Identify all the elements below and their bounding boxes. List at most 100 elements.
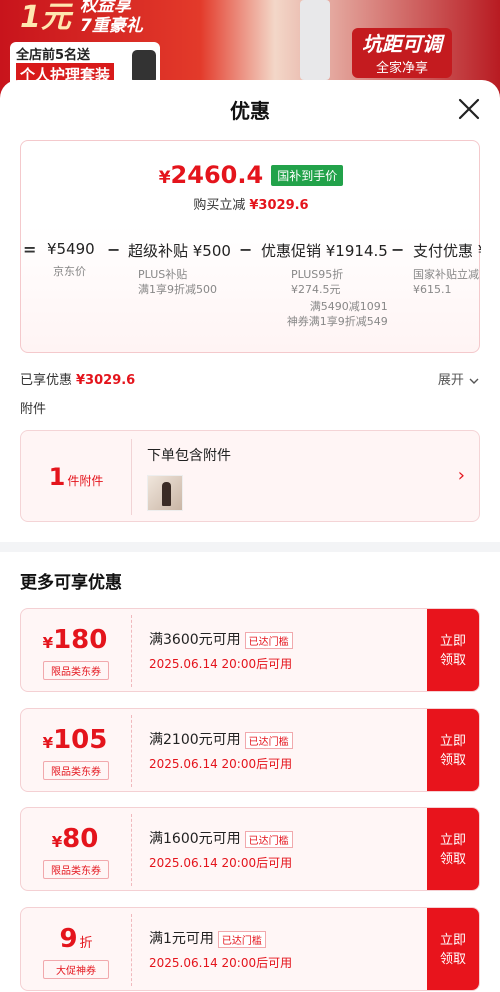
coupon-threshold-badge: 已达门槛 <box>244 631 293 649</box>
formula-sub: 国家补贴立减 <box>413 268 479 281</box>
banner-device-image <box>300 0 330 80</box>
sheet-title: 优惠 <box>230 99 270 123</box>
formula-item-super-subsidy: 超级补贴 ¥500 PLUS补贴 满1享9折减500 <box>128 240 231 297</box>
formula-sub: 满1享9折减500 <box>138 283 217 296</box>
coupon-perforation <box>131 715 132 787</box>
divider <box>131 439 132 515</box>
final-price-value: 2460.4 <box>170 161 264 189</box>
discount-sheet: 优惠 ¥2460.4 国补到手价 购买立减 ¥3029.6 = ¥5490 京东价… <box>0 80 500 992</box>
coupon-condition: 满1元可用 <box>149 931 214 947</box>
coupon-card: ¥105 限品类东券 满2100元可用 已达门槛 2025.06.14 20:00… <box>20 708 480 792</box>
close-button[interactable] <box>456 96 482 122</box>
coupon-type: 限品类东券 <box>43 761 109 780</box>
coupon-condition-row: 满1600元可用 已达门槛 <box>149 828 293 848</box>
coupon-threshold-badge: 已达门槛 <box>244 731 293 749</box>
coupon-condition-row: 满2100元可用 已达门槛 <box>149 729 293 749</box>
coupon-amount: 80 <box>62 824 99 854</box>
banner-rights: 权益享 7重豪礼 <box>80 0 143 36</box>
coupon-perforation <box>131 615 132 687</box>
claim-coupon-button[interactable]: 立即领取 <box>427 908 479 990</box>
expand-label: 展开 <box>437 373 464 388</box>
coupon-condition: 满3600元可用 <box>149 632 241 648</box>
coupon-condition-row: 满1元可用 已达门槛 <box>149 928 266 948</box>
formula-op: − <box>107 240 121 259</box>
formula-sub: ¥615.1 <box>413 283 452 296</box>
attachment-title: 下单包含附件 <box>147 448 231 464</box>
final-price: ¥2460.4 <box>159 161 263 189</box>
coupon-perforation <box>131 914 132 986</box>
formula-op: − <box>239 240 253 259</box>
coupon-type: 限品类东券 <box>43 661 109 680</box>
formula-op: − <box>391 240 405 259</box>
formula-sub: PLUS95折 <box>291 268 344 281</box>
attachment-section-label: 附件 <box>20 402 47 417</box>
enjoyed-discount: 已享优惠 ¥3029.6 <box>20 369 135 388</box>
coupon-time: 2025.06.14 20:00后可用 <box>149 956 293 970</box>
attachment-count: 1 件附件 <box>21 431 131 523</box>
coupon-value: ¥180 限品类东券 <box>21 609 131 691</box>
banner-right-title: 坑距可调 <box>362 32 442 56</box>
coupon-symbol: ¥ <box>42 634 54 652</box>
banner-right-box: 坑距可调 全家净享 <box>352 28 452 78</box>
coupon-value: ¥105 限品类东券 <box>21 709 131 791</box>
coupon-threshold-badge: 已达门槛 <box>217 930 266 948</box>
coupon-card: ¥180 限品类东券 满3600元可用 已达门槛 2025.06.14 20:00… <box>20 608 480 692</box>
coupon-time: 2025.06.14 20:00后可用 <box>149 757 293 771</box>
coupon-value: ¥80 限品类东券 <box>21 808 131 890</box>
formula-sub: 京东价 <box>53 265 86 278</box>
attachment-card[interactable]: 1 件附件 下单包含附件 › <box>20 430 480 522</box>
formula-item-payment: 支付优惠 ¥ 国家补贴立减 ¥615.1 <box>413 240 481 297</box>
final-price-symbol: ¥ <box>158 168 171 188</box>
expand-button[interactable]: 展开 <box>438 369 480 388</box>
claim-coupon-button[interactable]: 立即领取 <box>427 808 479 890</box>
reduce-row: 购买立减 ¥3029.6 <box>21 194 481 213</box>
formula-main: 支付优惠 ¥ <box>413 242 481 260</box>
coupon-card: 9折 大促神券 满1元可用 已达门槛 2025.06.14 20:00后可用 立即… <box>20 907 480 991</box>
more-discounts-title: 更多可享优惠 <box>20 573 122 593</box>
banner-big-number: 1元 <box>20 0 71 35</box>
formula-sub: PLUS补贴 <box>138 268 188 281</box>
coupon-time: 2025.06.14 20:00后可用 <box>149 856 293 870</box>
banner-right-subtitle: 全家净享 <box>375 61 428 76</box>
coupon-symbol: ¥ <box>51 833 63 851</box>
final-price-row: ¥2460.4 国补到手价 <box>21 161 481 189</box>
formula-op: = <box>23 240 37 259</box>
reduce-label: 购买立减 <box>193 198 246 213</box>
formula-main: 优惠促销 ¥1914.5 <box>261 242 388 260</box>
coupon-type: 限品类东券 <box>43 860 109 879</box>
price-summary-card: ¥2460.4 国补到手价 购买立减 ¥3029.6 = ¥5490 京东价 − … <box>20 140 481 353</box>
attachment-thumbnail <box>147 475 183 511</box>
coupon-amount: 9 <box>59 924 78 954</box>
formula-item-jd-price: ¥5490 京东价 <box>47 240 95 279</box>
claim-label: 立即领取 <box>439 634 466 668</box>
section-gap <box>0 542 500 552</box>
coupon-value: 9折 大促神券 <box>21 908 131 990</box>
attachment-count-unit: 件附件 <box>67 473 104 488</box>
chevron-down-icon <box>469 378 479 384</box>
formula-item-promotion: 优惠促销 ¥1914.5 PLUS95折 ¥274.5元 满5490减1091 … <box>261 240 388 329</box>
claim-coupon-button[interactable]: 立即领取 <box>427 709 479 791</box>
coupon-amount: 180 <box>53 625 108 655</box>
claim-label: 立即领取 <box>439 734 466 768</box>
coupon-condition: 满1600元可用 <box>149 831 241 847</box>
banner-rights-line1: 权益享 <box>80 0 131 16</box>
formula-main: 超级补贴 ¥500 <box>128 242 231 260</box>
coupon-perforation <box>131 814 132 886</box>
coupon-card: ¥80 限品类东券 满1600元可用 已达门槛 2025.06.14 20:00后… <box>20 807 480 891</box>
claim-label: 立即领取 <box>439 833 466 867</box>
price-formula: = ¥5490 京东价 − 超级补贴 ¥500 PLUS补贴 满1享9折减500… <box>21 240 481 350</box>
coupon-type: 大促神券 <box>43 960 109 979</box>
enjoyed-amount: ¥3029.6 <box>76 373 136 388</box>
coupon-condition-row: 满3600元可用 已达门槛 <box>149 629 293 649</box>
coupon-symbol: ¥ <box>42 734 54 752</box>
enjoyed-label: 已享优惠 <box>20 373 73 388</box>
close-icon <box>458 98 480 120</box>
claim-coupon-button[interactable]: 立即领取 <box>427 609 479 691</box>
coupon-suffix: 折 <box>79 936 93 951</box>
coupon-time: 2025.06.14 20:00后可用 <box>149 657 293 671</box>
attachment-count-number: 1 <box>48 463 66 491</box>
formula-sub: ¥274.5元 <box>291 283 341 296</box>
final-price-tag: 国补到手价 <box>271 164 344 186</box>
coupon-amount: 105 <box>53 725 108 755</box>
coupon-threshold-badge: 已达门槛 <box>244 830 293 848</box>
